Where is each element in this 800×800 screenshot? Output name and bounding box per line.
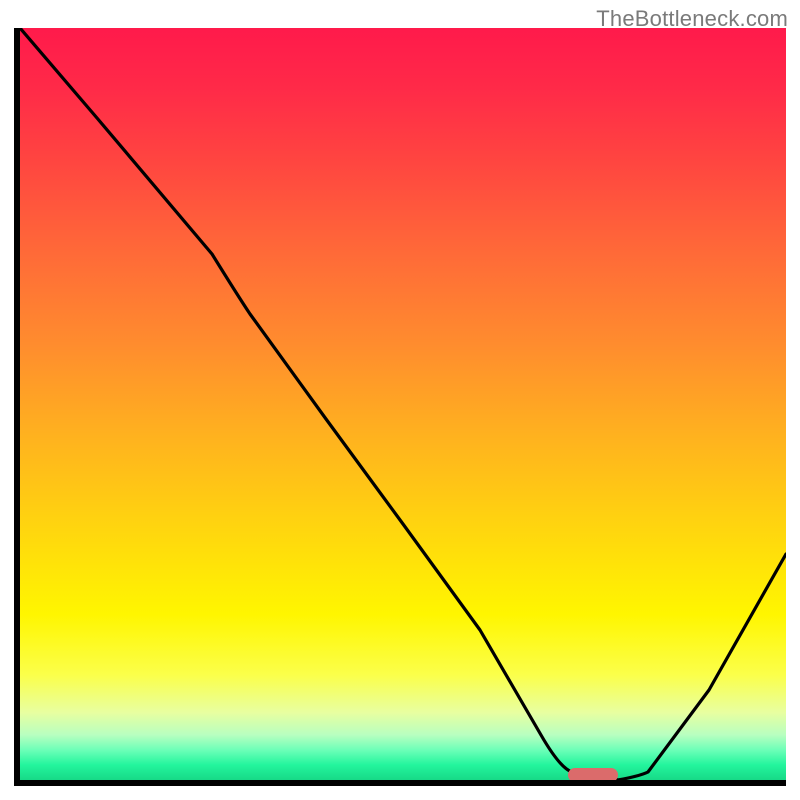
curve-path xyxy=(20,28,786,780)
chart-canvas: TheBottleneck.com xyxy=(0,0,800,800)
optimal-marker xyxy=(568,768,618,780)
plot-area xyxy=(20,28,786,780)
bottleneck-curve xyxy=(20,28,786,780)
